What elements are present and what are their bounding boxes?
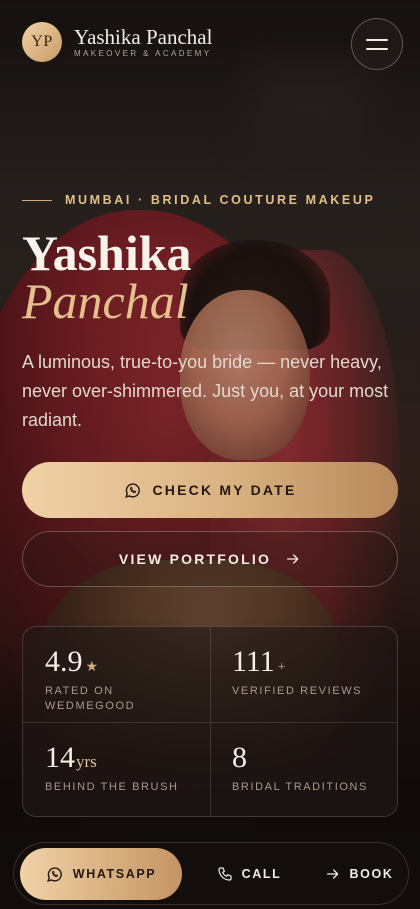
- hero-lead: A luminous, true-to-you bride — never he…: [22, 352, 389, 430]
- bottom-action-dock: WHATSAPP CALL BOOK: [13, 842, 409, 905]
- call-button[interactable]: CALL: [204, 848, 294, 900]
- brand-name[interactable]: Yashika Panchal: [74, 25, 212, 50]
- check-my-date-label: CHECK MY DATE: [152, 482, 297, 498]
- stat-suffix: +: [277, 660, 286, 675]
- stat-label: BRIDAL TRADITIONS: [232, 780, 368, 793]
- whatsapp-label: WHATSAPP: [72, 867, 157, 881]
- stat-value: 111: [232, 645, 275, 678]
- stat-suffix: yrs: [76, 751, 97, 771]
- brand-tagline: MAKEOVER & ACADEMY: [74, 49, 212, 58]
- stat-value: 14: [45, 740, 75, 774]
- book-label: BOOK: [349, 867, 394, 881]
- phone-icon: [218, 867, 232, 881]
- stat-label: RATED ON WEDMEGOOD: [45, 685, 136, 712]
- stat-rating: 4.9 ★ RATED ON WEDMEGOOD: [23, 627, 210, 722]
- stat-label: BEHIND THE BRUSH: [45, 780, 179, 793]
- book-button[interactable]: BOOK: [314, 848, 404, 900]
- arrow-right-icon: [287, 554, 299, 564]
- eyebrow-text: MUMBAI · BRIDAL COUTURE MAKEUP: [65, 193, 376, 207]
- stat-label: VERIFIED REVIEWS: [232, 685, 363, 697]
- check-my-date-button[interactable]: CHECK MY DATE: [22, 462, 398, 518]
- stat-traditions: 8 BRIDAL TRADITIONS: [210, 721, 397, 816]
- stat-reviews: 111 + VERIFIED REVIEWS: [210, 627, 397, 722]
- whatsapp-button[interactable]: WHATSAPP: [20, 848, 182, 900]
- stat-value: 8: [232, 740, 247, 774]
- view-portfolio-label: VIEW PORTFOLIO: [118, 551, 272, 567]
- stat-experience: 14 yrs BEHIND THE BRUSH: [23, 721, 210, 817]
- menu-button[interactable]: [351, 18, 403, 70]
- site-header: YP Yashika Panchal MAKEOVER & ACADEMY: [0, 0, 420, 88]
- star-icon: ★: [85, 660, 99, 675]
- whatsapp-icon: [124, 482, 140, 498]
- whatsapp-icon: [46, 866, 62, 882]
- call-label: CALL: [241, 867, 282, 881]
- stats-card: 4.9 ★ RATED ON WEDMEGOOD 111 + VERIFIED RE…: [22, 626, 398, 817]
- hero-title-line1: Yashika: [22, 225, 192, 281]
- hero-eyebrow: MUMBAI · BRIDAL COUTURE MAKEUP: [22, 193, 375, 207]
- logo-badge[interactable]: YP: [22, 22, 62, 62]
- hamburger-icon: [366, 38, 388, 41]
- arrow-right-icon: [326, 869, 338, 879]
- hero-title-line2: Panchal: [22, 273, 189, 329]
- view-portfolio-button[interactable]: VIEW PORTFOLIO: [22, 531, 398, 587]
- eyebrow-rule: [22, 199, 52, 201]
- stat-value: 4.9: [45, 645, 83, 678]
